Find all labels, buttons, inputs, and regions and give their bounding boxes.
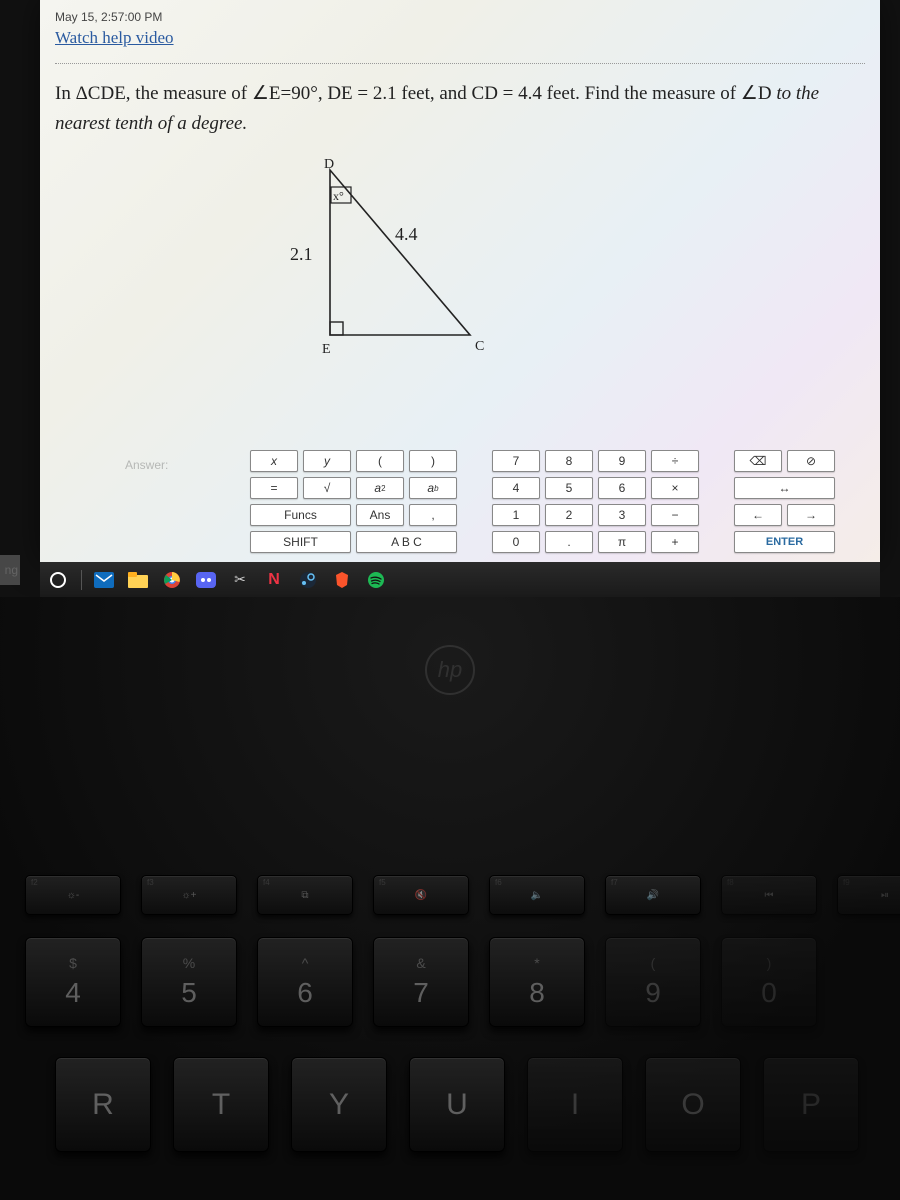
angle-label: x° (333, 189, 344, 203)
keypad-group-control: ⌫ ⊘ ↔ ← → ENTER (734, 450, 835, 553)
key-dot[interactable]: . (545, 531, 593, 553)
key-funcs[interactable]: Funcs (250, 504, 351, 526)
brave-icon[interactable] (328, 566, 356, 594)
taskbar-divider (78, 566, 84, 594)
physical-key-6[interactable]: ^6 (257, 937, 353, 1027)
vertex-e: E (322, 342, 331, 357)
physical-f8[interactable]: f8⏮ (721, 875, 817, 915)
key-5[interactable]: 5 (545, 477, 593, 499)
spotify-icon[interactable] (362, 566, 390, 594)
keypad-group-vars: x y ( ) = √ a2 ab Funcs Ans , SHIFT A B … (250, 450, 457, 553)
key-lparen[interactable]: ( (356, 450, 404, 472)
physical-key-7[interactable]: &7 (373, 937, 469, 1027)
question-text: In ΔCDE, the measure of ∠E=90°, DE = 2.1… (55, 79, 865, 140)
key-2[interactable]: 2 (545, 504, 593, 526)
key-7[interactable]: 7 (492, 450, 540, 472)
physical-f4[interactable]: f4⧉ (257, 875, 353, 915)
physical-key-u[interactable]: U (409, 1057, 505, 1152)
physical-key-t[interactable]: T (173, 1057, 269, 1152)
side-cd: 4.4 (395, 224, 418, 244)
snip-icon[interactable]: ✂ (226, 566, 254, 594)
physical-fn-row: f2☼-f3☼+f4⧉f5🔇f6🔈f7🔊f8⏮f9⏯f10⏭ (25, 875, 900, 915)
key-x[interactable]: x (250, 450, 298, 472)
key-abc[interactable]: A B C (356, 531, 457, 553)
physical-key-p[interactable]: P (763, 1057, 859, 1152)
physical-f2[interactable]: f2☼- (25, 875, 121, 915)
onscreen-keypad: x y ( ) = √ a2 ab Funcs Ans , SHIFT A B … (250, 450, 835, 553)
divider (55, 63, 865, 64)
physical-key-8[interactable]: *8 (489, 937, 585, 1027)
key-4[interactable]: 4 (492, 477, 540, 499)
physical-key-i[interactable]: I (527, 1057, 623, 1152)
key-plus[interactable]: + (651, 531, 699, 553)
vertex-c: C (475, 339, 484, 354)
key-ans[interactable]: Ans (356, 504, 404, 526)
key-9[interactable]: 9 (598, 450, 646, 472)
key-6[interactable]: 6 (598, 477, 646, 499)
mail-icon[interactable] (90, 566, 118, 594)
key-0[interactable]: 0 (492, 531, 540, 553)
cortana-icon[interactable] (44, 566, 72, 594)
question-part1: In ΔCDE, the measure of ∠E=90°, DE = 2.1… (55, 83, 776, 104)
key-comma[interactable]: , (409, 504, 457, 526)
key-clear[interactable]: ⊘ (787, 450, 835, 472)
physical-key-9[interactable]: (9 (605, 937, 701, 1027)
triangle-diagram: x° D E C 2.1 4.4 (270, 160, 490, 360)
physical-key-y[interactable]: Y (291, 1057, 387, 1152)
notes-icon[interactable]: N (260, 566, 288, 594)
steam-icon[interactable] (294, 566, 322, 594)
hp-logo: hp (425, 645, 475, 695)
physical-f3[interactable]: f3☼+ (141, 875, 237, 915)
key-leftright[interactable]: ↔ (734, 477, 835, 499)
key-sqrt[interactable]: √ (303, 477, 351, 499)
physical-key-o[interactable]: O (645, 1057, 741, 1152)
key-divide[interactable]: ÷ (651, 450, 699, 472)
key-8[interactable]: 8 (545, 450, 593, 472)
key-square[interactable]: a2 (356, 477, 404, 499)
physical-f9[interactable]: f9⏯ (837, 875, 900, 915)
physical-number-row: $4%5^6&7*8(9)0 (25, 937, 817, 1027)
problem-page: May 15, 2:57:00 PM Watch help video In Δ… (40, 0, 880, 562)
physical-f6[interactable]: f6🔈 (489, 875, 585, 915)
key-right[interactable]: → (787, 504, 835, 526)
answer-label: Answer: (125, 458, 168, 472)
key-equals[interactable]: = (250, 477, 298, 499)
physical-key-5[interactable]: %5 (141, 937, 237, 1027)
key-backspace[interactable]: ⌫ (734, 450, 782, 472)
side-de: 2.1 (290, 244, 313, 264)
chrome-icon[interactable] (158, 566, 186, 594)
laptop-body: hp f2☼-f3☼+f4⧉f5🔇f6🔈f7🔊f8⏮f9⏯f10⏭ $4%5^6… (0, 597, 900, 1200)
physical-f7[interactable]: f7🔊 (605, 875, 701, 915)
physical-letter-row: RTYUIOP (55, 1057, 859, 1152)
physical-key-0[interactable]: )0 (721, 937, 817, 1027)
key-y[interactable]: y (303, 450, 351, 472)
physical-key-4[interactable]: $4 (25, 937, 121, 1027)
watch-help-video-link[interactable]: Watch help video (55, 28, 174, 48)
key-3[interactable]: 3 (598, 504, 646, 526)
key-pi[interactable]: π (598, 531, 646, 553)
file-explorer-icon[interactable] (124, 566, 152, 594)
key-power[interactable]: ab (409, 477, 457, 499)
key-enter[interactable]: ENTER (734, 531, 835, 553)
key-1[interactable]: 1 (492, 504, 540, 526)
key-rparen[interactable]: ) (409, 450, 457, 472)
discord-icon[interactable] (192, 566, 220, 594)
windows-taskbar: ✂ N (40, 562, 880, 597)
keypad-group-numbers: 7 8 9 ÷ 4 5 6 × 1 2 3 − 0 . π + (492, 450, 699, 553)
key-minus[interactable]: − (651, 504, 699, 526)
timestamp: May 15, 2:57:00 PM (55, 10, 865, 24)
key-left[interactable]: ← (734, 504, 782, 526)
vertex-d: D (324, 157, 334, 172)
physical-key-r[interactable]: R (55, 1057, 151, 1152)
key-multiply[interactable]: × (651, 477, 699, 499)
key-shift[interactable]: SHIFT (250, 531, 351, 553)
sidebar-fragment: ng (0, 555, 20, 585)
physical-f5[interactable]: f5🔇 (373, 875, 469, 915)
